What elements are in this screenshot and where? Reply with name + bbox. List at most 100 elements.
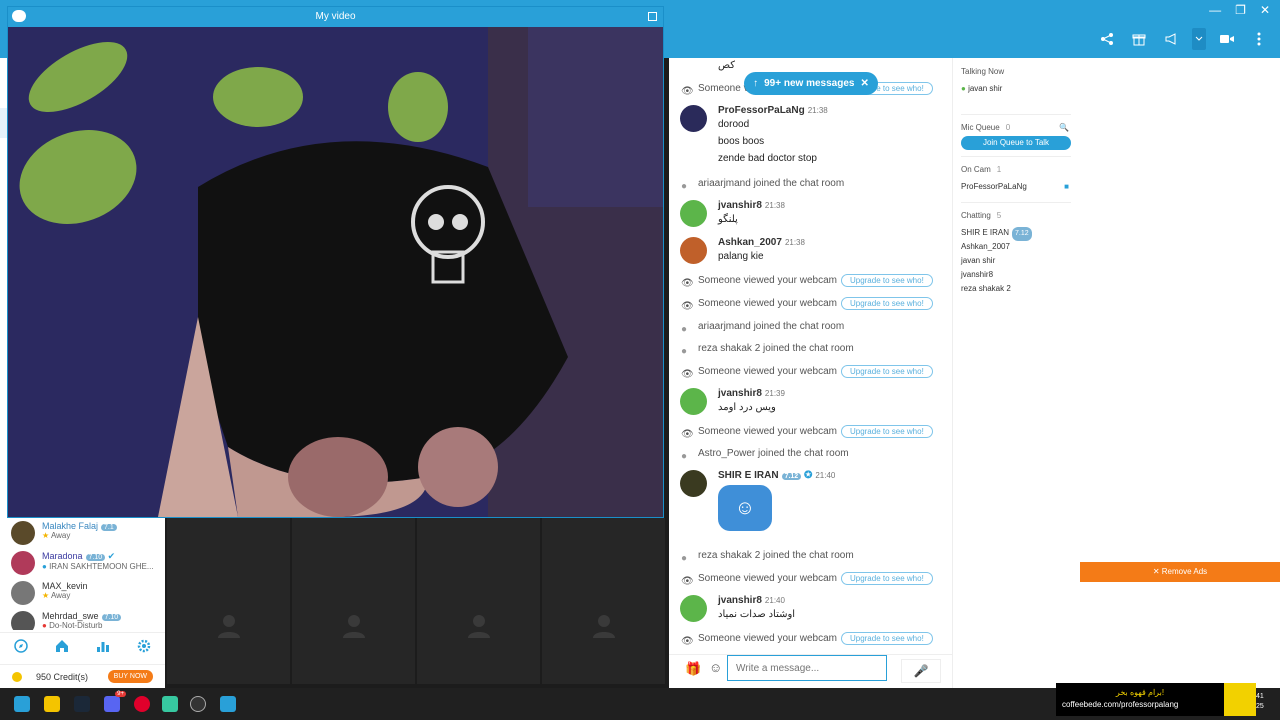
- list-item[interactable]: Mehrdad_swe 7.10 ● Do-Not-Disturb: [8, 608, 165, 630]
- discord-icon[interactable]: 9+: [104, 691, 126, 712]
- emoji-icon[interactable]: ☺: [709, 660, 722, 675]
- close-icon: ✕: [1152, 567, 1160, 576]
- home-icon[interactable]: [55, 639, 69, 656]
- avatar[interactable]: [680, 595, 707, 622]
- user-status: Away: [50, 591, 71, 600]
- minimize-icon[interactable]: —: [1209, 3, 1221, 17]
- user-icon: ●: [681, 451, 688, 462]
- credits-text: 950 Credit(s): [36, 671, 89, 682]
- level-badge: 7.10: [101, 614, 122, 621]
- chat-feed[interactable]: کص 👁Someone viewed your webcamUpgrade to…: [669, 58, 952, 654]
- chatting-user[interactable]: Ashkan_2007: [953, 240, 1079, 254]
- upgrade-button[interactable]: Upgrade to see who!: [840, 297, 933, 310]
- video-title-bar[interactable]: My video: [8, 7, 663, 27]
- upgrade-button[interactable]: Upgrade to see who!: [840, 572, 933, 585]
- level-badge: 7.12: [781, 473, 802, 480]
- list-item[interactable]: Malakhe Falaj 7.1 ★ Away: [8, 518, 165, 548]
- avatar[interactable]: [680, 470, 707, 497]
- video-slot[interactable]: [542, 566, 665, 684]
- promo-banner[interactable]: برام قهوه بخر! coffeebede.com/professorp…: [1056, 683, 1256, 716]
- room-sidebar: Talking Now ● javan shir Mic Queue 0 🔍 Joi…: [952, 58, 1079, 688]
- message-user[interactable]: Ashkan_2007: [718, 237, 782, 248]
- on-cam-user[interactable]: ProFessorPaLaNg ■: [953, 180, 1079, 194]
- share-icon[interactable]: [1096, 28, 1118, 50]
- new-messages-button[interactable]: ↑ 99+ new messages ✕: [744, 72, 878, 95]
- eye-icon: 👁: [681, 369, 694, 380]
- chat-app-icon[interactable]: [220, 696, 236, 712]
- leaderboard-icon[interactable]: [96, 639, 110, 656]
- message-text: boos boos: [718, 136, 765, 147]
- message-user[interactable]: jvanshir8: [718, 388, 762, 399]
- new-messages-label: 99+ new messages: [764, 78, 855, 89]
- join-queue-button[interactable]: Join Queue to Talk: [961, 136, 1071, 150]
- steam-icon[interactable]: [74, 696, 90, 712]
- upgrade-button[interactable]: Upgrade to see who!: [840, 632, 933, 645]
- announce-icon[interactable]: [1160, 28, 1182, 50]
- avatar[interactable]: [680, 237, 707, 264]
- more-icon[interactable]: [1248, 28, 1270, 50]
- talking-user[interactable]: ● javan shir: [953, 82, 1079, 96]
- close-icon[interactable]: ✕: [1260, 3, 1270, 17]
- chatting-count: 5: [996, 211, 1002, 220]
- avatar[interactable]: [680, 105, 707, 132]
- app-icon[interactable]: [162, 696, 178, 712]
- camera-icon[interactable]: [1216, 28, 1238, 50]
- eye-icon: 👁: [681, 429, 694, 440]
- star-icon: ★: [42, 531, 50, 540]
- search-icon[interactable]: 🔍: [1059, 123, 1069, 132]
- user-name: Maradona: [42, 551, 83, 561]
- chat-message: jvanshir8 21:38 پلنگو: [669, 200, 952, 228]
- message-user[interactable]: SHIR E IRAN: [718, 470, 779, 481]
- message-time: 21:38: [784, 238, 805, 247]
- user-status: Away: [50, 531, 71, 540]
- upgrade-button[interactable]: Upgrade to see who!: [840, 425, 933, 438]
- message-user[interactable]: jvanshir8: [718, 595, 762, 606]
- level-badge: 7.10: [85, 554, 106, 561]
- message-user[interactable]: ProFessorPaLaNg: [718, 105, 805, 116]
- webcam-view-notice: 👁Someone viewed your webcamUpgrade to se…: [669, 630, 952, 648]
- my-video-window[interactable]: My video: [7, 6, 664, 518]
- message-time: 21:39: [764, 389, 785, 398]
- settings-icon[interactable]: [137, 639, 151, 656]
- windows-start-icon[interactable]: [14, 696, 30, 712]
- restore-icon[interactable]: ❐: [1235, 3, 1246, 17]
- avatar[interactable]: [680, 388, 707, 415]
- eye-icon: 👁: [681, 301, 694, 312]
- list-item[interactable]: MAX_kevin ★ Away: [8, 578, 165, 608]
- video-slot[interactable]: [167, 566, 290, 684]
- file-explorer-icon[interactable]: [44, 696, 60, 712]
- mic-icon[interactable]: 🎤: [901, 659, 941, 683]
- gift-icon[interactable]: [1128, 28, 1150, 50]
- opera-icon[interactable]: [134, 696, 150, 712]
- star-icon: ★: [42, 591, 50, 600]
- chatting-user[interactable]: jvanshir8: [953, 268, 1079, 282]
- close-icon[interactable]: ✕: [860, 78, 868, 89]
- avatar[interactable]: [680, 200, 707, 227]
- popout-icon[interactable]: [648, 12, 657, 21]
- video-slot[interactable]: [417, 566, 540, 684]
- message-input[interactable]: [727, 655, 887, 681]
- join-notice: ● ariaarjmand joined the chat room: [669, 175, 952, 193]
- user-name: Malakhe Falaj: [42, 521, 99, 531]
- chatting-user[interactable]: SHIR E IRAN 7.12: [953, 226, 1079, 241]
- user-icon: ●: [681, 346, 688, 357]
- media-player-icon[interactable]: [190, 696, 206, 712]
- message-user[interactable]: jvanshir8: [718, 200, 762, 211]
- remove-ads-button[interactable]: ✕ Remove Ads: [1080, 562, 1280, 582]
- list-item[interactable]: Maradona 7.10 ✔ ● IRAN SAKHTEMOON GHE...: [8, 548, 165, 578]
- avatar: [11, 581, 35, 605]
- chatting-user[interactable]: javan shir: [953, 254, 1079, 268]
- eye-icon: 👁: [681, 86, 694, 97]
- upgrade-button[interactable]: Upgrade to see who!: [840, 274, 933, 287]
- chat-message: jvanshir8 21:39 ویس درد اومد: [669, 388, 952, 416]
- chatting-user[interactable]: reza shakak 2: [953, 282, 1079, 296]
- upgrade-button[interactable]: Upgrade to see who!: [840, 365, 933, 378]
- webcam-view-notice: 👁Someone viewed your webcamUpgrade to se…: [669, 423, 952, 441]
- notification-badge: 9+: [115, 691, 126, 697]
- compass-icon[interactable]: [13, 639, 28, 656]
- join-notice: ● Astro_Power joined the chat room: [669, 445, 952, 463]
- buy-now-button[interactable]: BUY NOW: [107, 670, 153, 683]
- gift-icon[interactable]: 🎁: [685, 661, 701, 677]
- chevron-down-icon[interactable]: [1192, 28, 1206, 50]
- video-slot[interactable]: [292, 566, 415, 684]
